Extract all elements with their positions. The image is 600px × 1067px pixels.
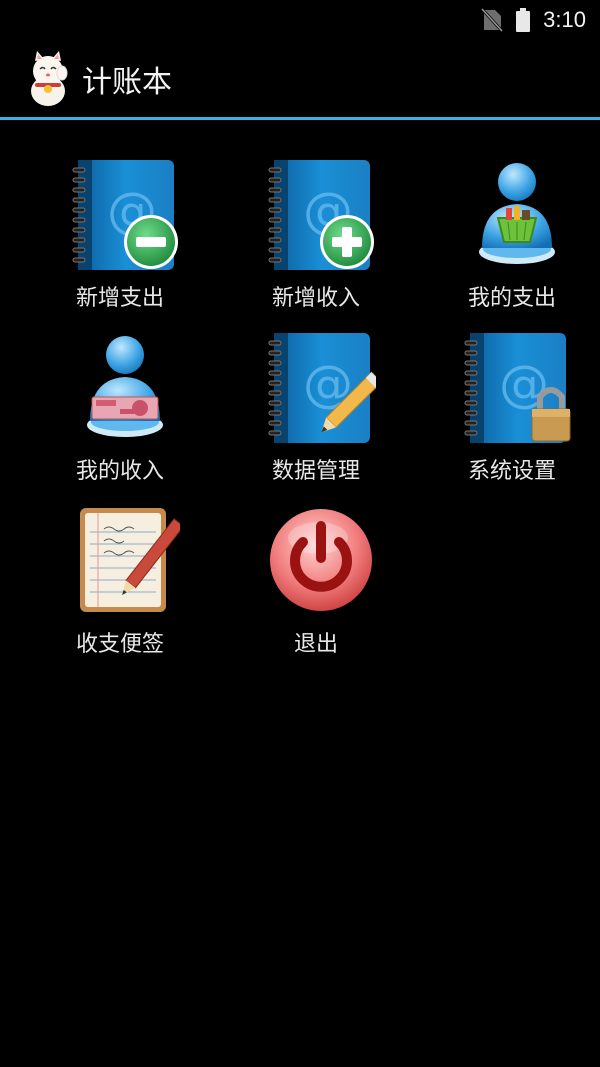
status-bar: 3:10 (0, 0, 600, 40)
address-book-pencil-icon (266, 329, 376, 444)
menu-item-my-expenses[interactable]: 我的支出 (414, 152, 600, 322)
menu-item-add-expense[interactable]: 新增支出 (22, 152, 218, 322)
menu-label: 系统设置 (467, 459, 556, 484)
menu-item-notes[interactable]: 收支便签 (22, 498, 218, 668)
status-clock: 3:10 (543, 7, 586, 32)
menu-item-exit[interactable]: 退出 (218, 498, 414, 668)
menu-label: 收支便签 (75, 632, 164, 657)
lucky-cat-icon[interactable] (26, 51, 70, 107)
menu-label: 我的收入 (75, 459, 164, 484)
address-book-plus-icon (266, 156, 374, 271)
power-icon (270, 509, 372, 611)
status-icons: 3:10 (481, 0, 586, 40)
user-money-icon (70, 329, 180, 444)
menu-label: 新增支出 (75, 286, 164, 311)
menu-item-add-income[interactable]: 新增收入 (218, 152, 414, 322)
no-sim-icon (481, 8, 504, 32)
app-title: 计账本 (82, 65, 172, 100)
notepad-pencil-icon (80, 508, 180, 612)
menu-label: 退出 (293, 632, 338, 657)
address-book-lock-icon (462, 329, 571, 444)
menu-label: 我的支出 (467, 286, 556, 311)
address-book-minus-icon (70, 156, 178, 271)
action-bar: 计账本 (0, 41, 600, 120)
menu-item-my-income[interactable]: 我的收入 (22, 325, 218, 495)
menu-label: 数据管理 (271, 459, 360, 484)
menu-item-data-management[interactable]: 数据管理 (218, 325, 414, 495)
battery-icon (516, 8, 531, 32)
user-shopping-basket-icon (462, 156, 572, 271)
menu-label: 新增收入 (271, 286, 360, 311)
menu-item-system-settings[interactable]: 系统设置 (414, 325, 600, 495)
